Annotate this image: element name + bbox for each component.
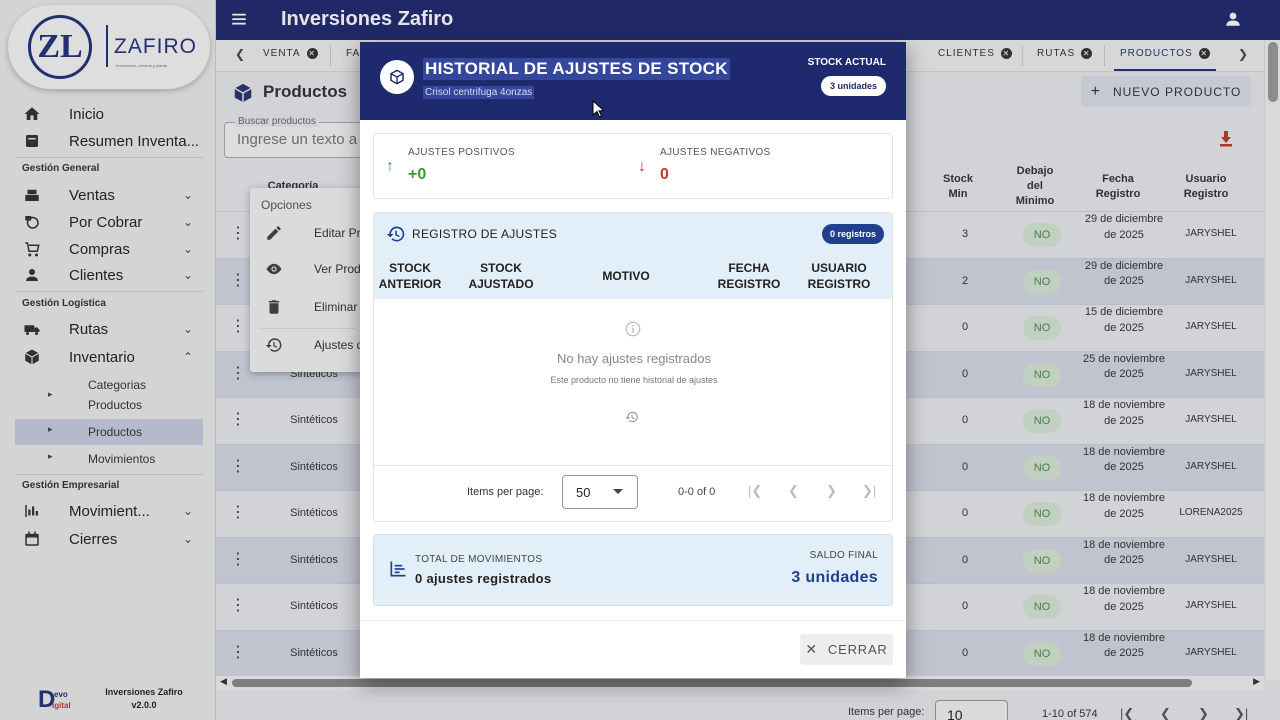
close-label: CERRAR (827, 642, 888, 657)
records-count-badge: 0 registros (821, 224, 884, 244)
items-per-page-value: 50 (576, 485, 591, 500)
divider (360, 620, 906, 621)
adjustments-log-header: REGISTRO DE AJUSTES 0 registros STOCK AN… (374, 213, 892, 299)
stock-actual-badge: 3 unidades (820, 76, 886, 96)
divider (374, 465, 892, 466)
first-page-icon[interactable]: |❮ (748, 483, 762, 499)
total-movements-value: 0 ajustes registrados (415, 571, 552, 586)
empty-state-title: No hay ajustes registrados (557, 351, 711, 366)
close-button[interactable]: ✕ CERRAR (800, 634, 893, 665)
stock-actual-label: STOCK ACTUAL (807, 57, 886, 68)
history-icon (625, 410, 639, 424)
info-icon (624, 320, 642, 338)
column-header-stock-anterior: STOCK ANTERIOR (378, 261, 442, 291)
column-header-fecha-registro: FECHA REGISTRO (717, 261, 781, 291)
last-page-icon[interactable]: ❯| (862, 483, 876, 499)
next-page-icon[interactable]: ❯ (826, 483, 837, 499)
stock-history-dialog: HISTORIAL DE AJUSTES DE STOCK Crisol cen… (360, 42, 906, 678)
arrow-up-icon: ↑ (386, 158, 394, 175)
negative-adjustments-label: AJUSTES NEGATIVOS (660, 147, 771, 158)
dialog-title: HISTORIAL DE AJUSTES DE STOCK (423, 58, 730, 80)
close-icon: ✕ (805, 641, 818, 657)
column-header-usuario-registro: USUARIO REGISTRO (807, 261, 871, 291)
mouse-cursor-icon (592, 99, 606, 118)
final-balance-label: SALDO FINAL (809, 550, 878, 561)
history-icon (386, 224, 406, 244)
items-per-page-label: Items per page: (467, 486, 544, 498)
items-per-page-select[interactable]: 50 (562, 475, 638, 509)
arrow-down-icon: ↓ (638, 158, 646, 175)
final-balance-value: 3 unidades (791, 569, 878, 586)
total-movements-label: TOTAL DE MOVIMIENTOS (415, 554, 543, 565)
positive-adjustments-value: +0 (408, 166, 427, 183)
empty-state-subtitle: Este producto no tiene historial de ajus… (550, 375, 718, 385)
adjustments-log-title: REGISTRO DE AJUSTES (412, 227, 558, 241)
column-header-stock-ajustado: STOCK AJUSTADO (468, 261, 534, 291)
adjustments-summary-card: ↑ AJUSTES POSITIVOS +0 ↓ AJUSTES NEGATIV… (373, 133, 893, 199)
dialog-header: HISTORIAL DE AJUSTES DE STOCK Crisol cen… (360, 42, 906, 120)
previous-page-icon[interactable]: ❮ (788, 483, 799, 499)
list-icon (388, 559, 408, 579)
dropdown-arrow-icon (613, 489, 623, 494)
negative-adjustments-value: 0 (660, 166, 669, 183)
cube-icon (380, 60, 414, 94)
column-header-motivo: MOTIVO (602, 269, 650, 283)
positive-adjustments-label: AJUSTES POSITIVOS (408, 147, 515, 158)
pagination-range: 0-0 of 0 (678, 486, 716, 498)
adjustments-log-card: REGISTRO DE AJUSTES 0 registros STOCK AN… (373, 212, 893, 522)
dialog-subtitle: Crisol centrifuga 4onzas (423, 86, 535, 99)
totals-card: TOTAL DE MOVIMIENTOS 0 ajustes registrad… (373, 534, 893, 606)
